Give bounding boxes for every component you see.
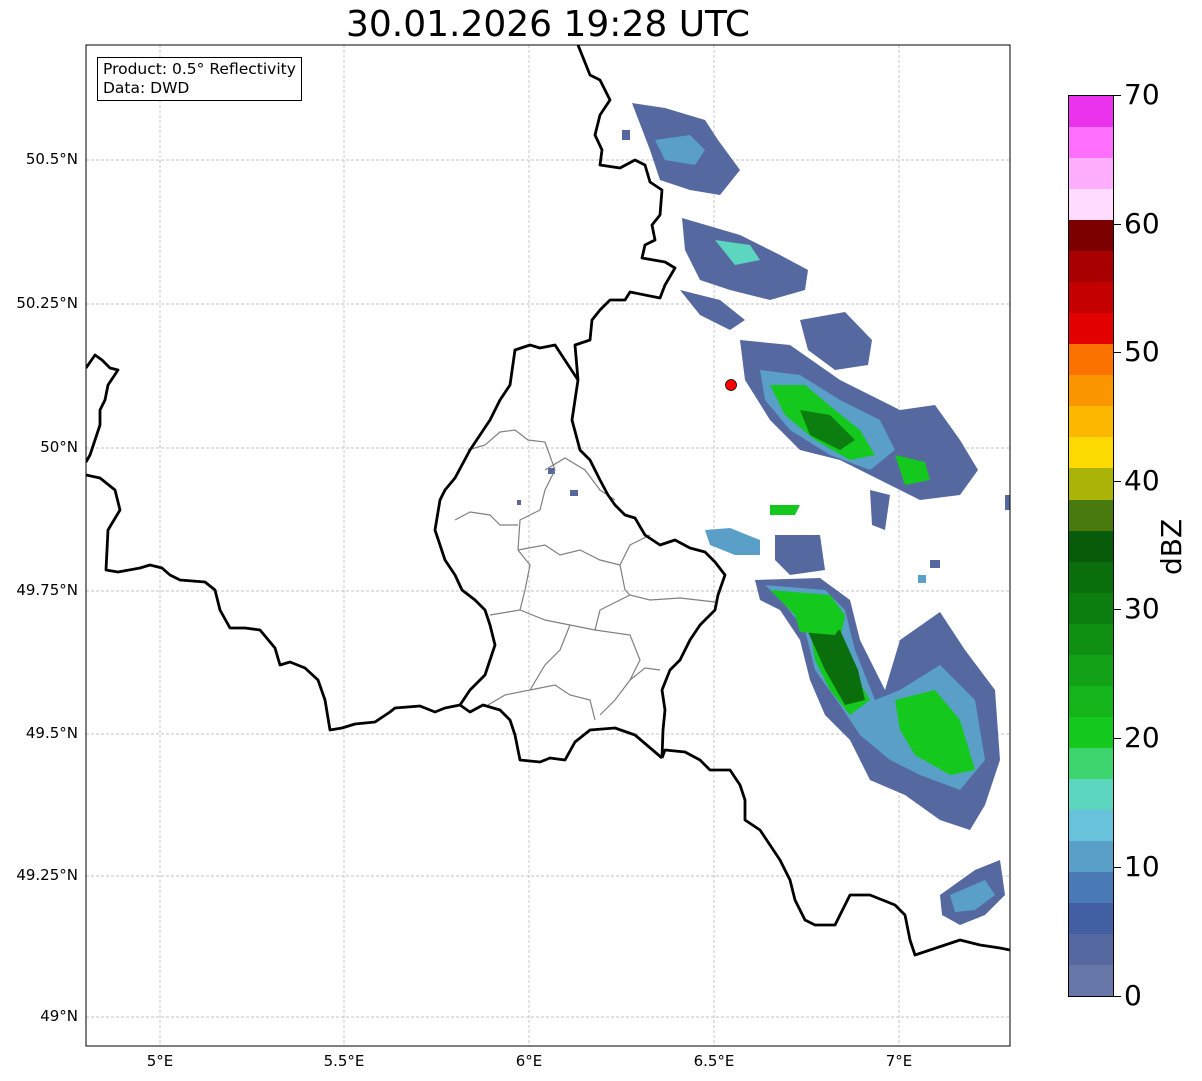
colorbar-segment <box>1069 468 1113 500</box>
colorbar-segment <box>1069 158 1113 190</box>
lon-label: 6°E <box>515 1052 543 1070</box>
colorbar-label: 60 <box>1124 207 1160 240</box>
lat-label: 49.5°N <box>25 724 78 742</box>
colorbar-segment <box>1069 778 1113 810</box>
lat-label: 49.75°N <box>16 581 78 599</box>
product-info-box: Product: 0.5° Reflectivity Data: DWD <box>97 57 302 101</box>
colorbar-segment <box>1069 96 1113 128</box>
colorbar-segment <box>1069 282 1113 314</box>
colorbar-unit-label: dBZ <box>1155 518 1188 575</box>
colorbar-segment <box>1069 933 1113 965</box>
colorbar-segment <box>1069 716 1113 748</box>
colorbar-tick <box>1114 352 1121 353</box>
lat-label: 50°N <box>40 438 78 456</box>
colorbar-tick <box>1114 867 1121 868</box>
echo-speckle <box>1005 495 1010 510</box>
lon-label: 7°E <box>885 1052 913 1070</box>
colorbar-segment <box>1069 406 1113 438</box>
colorbar-tick <box>1114 738 1121 739</box>
colorbar-segment <box>1069 313 1113 345</box>
lon-label: 5.5°E <box>323 1052 365 1070</box>
colorbar-tick <box>1114 224 1121 225</box>
echo-speckle <box>930 560 940 568</box>
lat-label: 50.25°N <box>16 294 78 312</box>
colorbar-label: 70 <box>1124 78 1160 111</box>
echo-speckle <box>570 490 578 496</box>
colorbar-label: 20 <box>1124 721 1160 754</box>
colorbar-label: 30 <box>1124 592 1160 625</box>
colorbar-segment <box>1069 530 1113 562</box>
colorbar-segment <box>1069 747 1113 779</box>
colorbar-segment <box>1069 592 1113 624</box>
echo-speckle <box>517 500 521 505</box>
radar-map <box>85 44 1011 1047</box>
colorbar-label: 10 <box>1124 850 1160 883</box>
product-label: Product: 0.5° Reflectivity <box>103 60 296 78</box>
lon-label: 5°E <box>146 1052 174 1070</box>
lat-label: 50.5°N <box>25 150 78 168</box>
colorbar-label: 0 <box>1124 979 1142 1012</box>
colorbar-segment <box>1069 685 1113 717</box>
colorbar-segment <box>1069 499 1113 531</box>
colorbar-segment <box>1069 561 1113 593</box>
data-source-label: Data: DWD <box>103 79 190 97</box>
lat-label: 49°N <box>40 1007 78 1025</box>
colorbar-segment <box>1069 964 1113 996</box>
colorbar-label: 40 <box>1124 464 1160 497</box>
colorbar-segment <box>1069 375 1113 407</box>
colorbar-segment <box>1069 189 1113 221</box>
colorbar-segment <box>1069 809 1113 841</box>
colorbar-segment <box>1069 623 1113 655</box>
echo-speckle <box>918 575 926 583</box>
colorbar-segment <box>1069 840 1113 872</box>
colorbar-segment <box>1069 871 1113 903</box>
lat-label: 49.25°N <box>16 866 78 884</box>
colorbar-segment <box>1069 902 1113 934</box>
colorbar <box>1068 95 1114 997</box>
colorbar-tick <box>1114 609 1121 610</box>
colorbar-segment <box>1069 220 1113 252</box>
colorbar-tick <box>1114 95 1121 96</box>
colorbar-label: 50 <box>1124 335 1160 368</box>
colorbar-tick <box>1114 996 1121 997</box>
colorbar-segment <box>1069 127 1113 159</box>
colorbar-segment <box>1069 654 1113 686</box>
echo-speckle <box>622 130 630 140</box>
lon-label: 6.5°E <box>693 1052 735 1070</box>
echo-cell <box>770 505 800 515</box>
colorbar-segment <box>1069 251 1113 283</box>
colorbar-segment <box>1069 344 1113 376</box>
colorbar-tick <box>1114 481 1121 482</box>
colorbar-segment <box>1069 437 1113 469</box>
radar-site-marker <box>725 379 737 391</box>
